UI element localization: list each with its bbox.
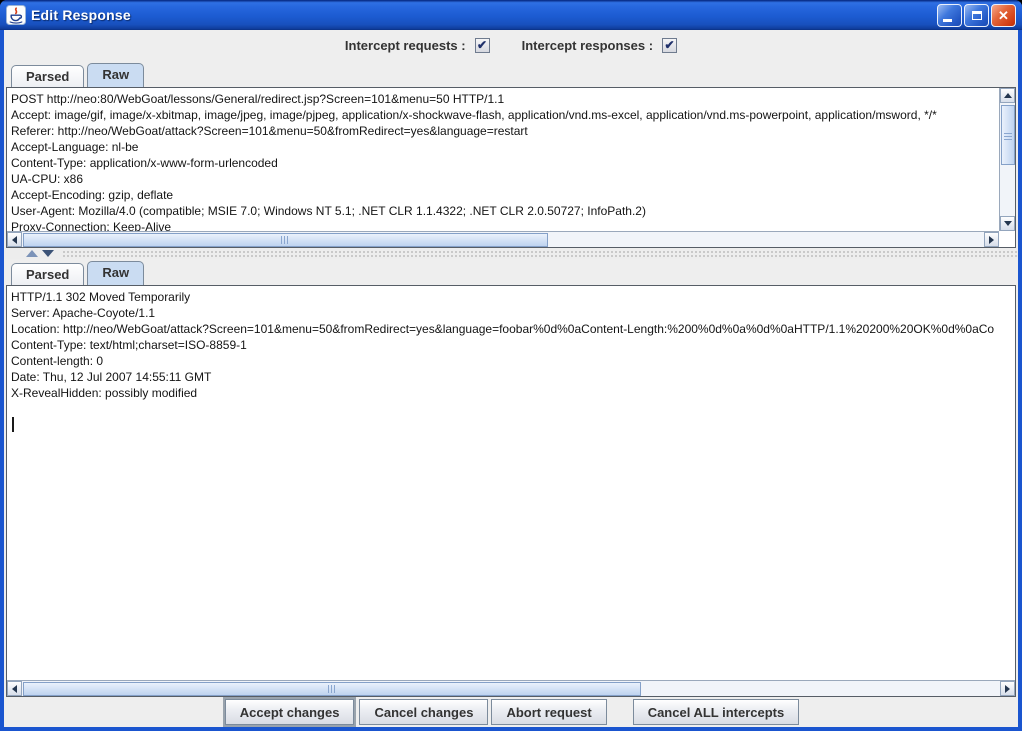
response-scrollpane: HTTP/1.1 302 Moved TemporarilyServer: Ap… — [6, 285, 1016, 697]
request-tab-raw[interactable]: Raw — [87, 63, 144, 87]
intercept-requests-checkbox[interactable]: ✔ — [475, 38, 490, 53]
scroll-right-button[interactable] — [984, 232, 999, 247]
action-button-bar: Accept changes Cancel changes Abort requ… — [4, 697, 1018, 727]
text-line: Content-Type: text/html;charset=ISO-8859… — [11, 337, 1015, 353]
text-line: POST http://neo:80/WebGoat/lessons/Gener… — [11, 91, 999, 107]
text-line: Accept-Language: nl-be — [11, 139, 999, 155]
check-icon: ✔ — [477, 39, 487, 51]
text-line: Date: Thu, 12 Jul 2007 14:55:11 GMT — [11, 369, 1015, 385]
request-text-area[interactable]: POST http://neo:80/WebGoat/lessons/Gener… — [7, 88, 999, 231]
scroll-left-button[interactable] — [7, 232, 22, 247]
java-app-icon — [6, 5, 26, 25]
text-line: Content-Type: application/x-www-form-url… — [11, 155, 999, 171]
response-tab-parsed[interactable]: Parsed — [11, 263, 84, 285]
split-pane-divider[interactable] — [4, 248, 1018, 259]
response-horizontal-scrollbar[interactable] — [7, 680, 1015, 696]
arrow-left-icon — [12, 685, 17, 693]
response-tab-raw[interactable]: Raw — [87, 261, 144, 285]
collapse-down-icon[interactable] — [42, 250, 54, 257]
check-icon: ✔ — [665, 39, 675, 51]
thumb-grip — [328, 685, 337, 693]
text-caret — [12, 417, 14, 432]
request-tab-bar: Parsed Raw — [6, 62, 147, 87]
maximize-button[interactable] — [964, 4, 989, 27]
window-title: Edit Response — [31, 7, 935, 23]
scroll-left-button[interactable] — [7, 681, 22, 696]
close-icon: ✕ — [998, 9, 1009, 22]
response-text-area[interactable]: HTTP/1.1 302 Moved TemporarilyServer: Ap… — [7, 286, 1015, 680]
text-line: Referer: http://neo/WebGoat/attack?Scree… — [11, 123, 999, 139]
minimize-icon — [943, 19, 952, 22]
text-line: Accept: image/gif, image/x-xbitmap, imag… — [11, 107, 999, 123]
text-line: X-RevealHidden: possibly modified — [11, 385, 1015, 401]
text-line: Server: Apache-Coyote/1.1 — [11, 305, 1015, 321]
intercept-responses-checkbox[interactable]: ✔ — [662, 38, 677, 53]
text-line: Accept-Encoding: gzip, deflate — [11, 187, 999, 203]
text-line: UA-CPU: x86 — [11, 171, 999, 187]
title-bar: Edit Response ✕ — [0, 0, 1022, 30]
intercept-requests-label: Intercept requests : — [345, 38, 466, 53]
cancel-changes-button[interactable]: Cancel changes — [359, 699, 488, 725]
scroll-right-button[interactable] — [1000, 681, 1015, 696]
scroll-up-button[interactable] — [1000, 88, 1015, 103]
cancel-all-intercepts-button[interactable]: Cancel ALL intercepts — [633, 699, 800, 725]
arrow-right-icon — [989, 236, 994, 244]
maximize-icon — [972, 11, 982, 20]
text-line: HTTP/1.1 302 Moved Temporarily — [11, 289, 1015, 305]
request-vertical-scrollbar[interactable] — [999, 88, 1015, 231]
arrow-down-icon — [1004, 221, 1012, 226]
scrollbar-thumb[interactable] — [23, 233, 548, 247]
minimize-button[interactable] — [937, 4, 962, 27]
text-line: Content-length: 0 — [11, 353, 1015, 369]
accept-changes-button[interactable]: Accept changes — [225, 699, 355, 725]
scrollbar-thumb[interactable] — [1001, 105, 1015, 165]
close-button[interactable]: ✕ — [991, 4, 1016, 27]
text-line: Location: http://neo/WebGoat/attack?Scre… — [11, 321, 1015, 337]
text-line: User-Agent: Mozilla/4.0 (compatible; MSI… — [11, 203, 999, 219]
edit-response-window: Edit Response ✕ Intercept requests : ✔ I… — [0, 0, 1022, 731]
collapse-up-icon[interactable] — [26, 250, 38, 257]
scrollbar-thumb[interactable] — [23, 682, 641, 696]
request-scrollpane: POST http://neo:80/WebGoat/lessons/Gener… — [6, 87, 1016, 248]
thumb-grip — [1004, 131, 1012, 140]
abort-request-button[interactable]: Abort request — [491, 699, 606, 725]
arrow-right-icon — [1005, 685, 1010, 693]
response-tab-bar: Parsed Raw — [6, 260, 147, 285]
intercept-responses-label: Intercept responses : — [522, 38, 654, 53]
dialog-content: Intercept requests : ✔ Intercept respons… — [4, 30, 1018, 727]
arrow-up-icon — [1004, 93, 1012, 98]
thumb-grip — [281, 236, 290, 244]
request-tab-parsed[interactable]: Parsed — [11, 65, 84, 87]
divider-texture — [62, 250, 1018, 257]
text-line: Proxy-Connection: Keep-Alive — [11, 219, 999, 231]
intercept-options-bar: Intercept requests : ✔ Intercept respons… — [4, 30, 1018, 61]
arrow-left-icon — [12, 236, 17, 244]
request-horizontal-scrollbar[interactable] — [7, 231, 999, 247]
scroll-down-button[interactable] — [1000, 216, 1015, 231]
